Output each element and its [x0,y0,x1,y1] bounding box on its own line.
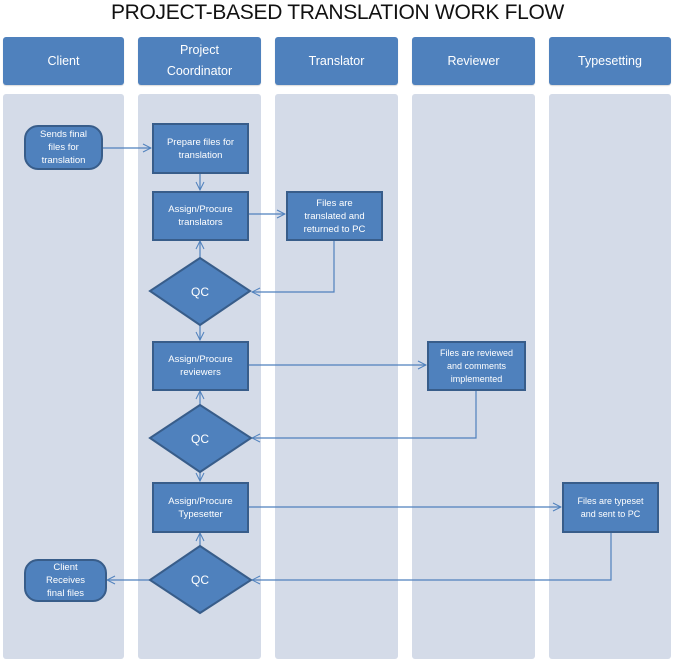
qc3-label: QC [191,572,209,587]
terminator-client-receives[interactable]: Client Receives final files [24,559,107,602]
qc1-label: QC [191,284,209,299]
assign-typesetter-label: Assign/Procure Typesetter [168,495,233,520]
process-assign-translators[interactable]: Assign/Procure translators [152,191,249,241]
qc2-label: QC [191,431,209,446]
process-prepare-files[interactable]: Prepare files for translation [152,123,249,174]
process-files-translated[interactable]: Files are translated and returned to PC [286,191,383,241]
edge-reviewed-to-qc2 [252,391,477,438]
process-assign-typesetter[interactable]: Assign/Procure Typesetter [152,482,249,533]
prepare-files-label: Prepare files for translation [166,136,235,161]
assign-translators-label: Assign/Procure translators [168,204,233,228]
process-assign-reviewers[interactable]: Assign/Procure reviewers [152,341,249,391]
files-typeset-label: Files are typeset and sent to PC [577,495,644,519]
process-files-typeset[interactable]: Files are typeset and sent to PC [562,482,659,533]
client-sends-label: Sends final files for translation [39,129,87,166]
edge-typeset-to-qc3 [252,533,612,580]
process-files-reviewed[interactable]: Files are reviewed and comments implemen… [427,341,526,391]
client-receives-label: Client Receives final files [45,562,86,599]
files-reviewed-label: Files are reviewed and comments implemen… [439,347,514,384]
terminator-client-sends[interactable]: Sends final files for translation [24,125,103,170]
files-translated-label: Files are translated and returned to PC [303,197,366,235]
edge-translated-to-qc1 [252,241,335,292]
assign-reviewers-label: Assign/Procure reviewers [168,354,233,378]
